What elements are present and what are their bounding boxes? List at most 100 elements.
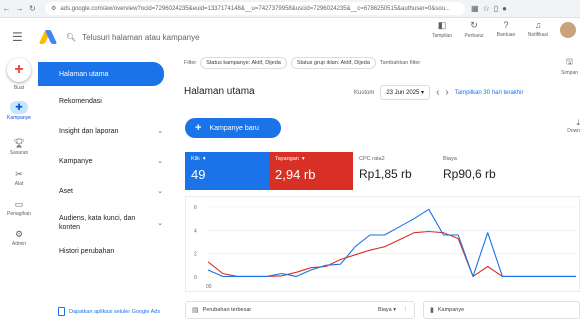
nav-item-audiences[interactable]: Audiens, kata kunci, dan konten ⌄	[51, 209, 175, 237]
chevron-down-icon: ⌄	[157, 158, 163, 165]
left-rail: + Buat ✚ Kampanye 🏆︎ Sasaran ✂ Alat ▭ Pe…	[0, 56, 38, 319]
billing-icon: ▭	[14, 199, 24, 209]
refresh-button[interactable]: ↻ Perbarui	[458, 20, 490, 39]
site-settings-icon[interactable]: ⚙	[51, 5, 56, 12]
metric-label: Biaya	[443, 156, 457, 162]
download-button[interactable]: ⤓ Down	[567, 118, 580, 134]
nav-item-change-history[interactable]: Histori perubahan	[51, 240, 175, 262]
appearance-button[interactable]: ◧ Tampilan	[426, 20, 458, 39]
filter-bar: Filter Status kampanye: Aktif, Dijeda St…	[184, 56, 420, 70]
filter-label: Filter	[184, 60, 197, 66]
rail-item-label: Sasaran	[9, 150, 29, 156]
refresh-icon: ↻	[470, 20, 478, 30]
save-icon: 🖫︎	[566, 57, 573, 66]
date-range-control: Kustom 23 Jun 2025 ▾ ‹ › Tampilkan 30 ha…	[354, 85, 523, 100]
save-label: Simpan	[561, 70, 578, 76]
nav-item-label: Audiens, kata kunci, dan konten	[59, 215, 136, 231]
date-range-picker[interactable]: 23 Jun 2025 ▾	[380, 85, 431, 100]
mobile-app-promo[interactable]: Dapatkan aplikasi seluler Google Ads	[58, 307, 160, 316]
x-tick-label: 00	[206, 284, 212, 290]
search-box[interactable]: 🔍︎ Telusuri halaman atau kampanye	[66, 26, 266, 48]
browser-toolbar: ← → ↻ ⚙ ads.google.com/aw/overview?ocid=…	[0, 0, 580, 18]
refresh-label: Perbarui	[464, 33, 484, 39]
help-icon: ?	[503, 20, 509, 30]
metric-cards: Klik ▾ 49 Tayangan ▾ 2,94 rb CPC rata2 Rp1…	[185, 152, 580, 190]
rail-item-campaigns[interactable]: ✚ Kampanye	[0, 101, 38, 121]
bell-icon: ♫	[534, 20, 542, 30]
menu-icon[interactable]: ☰	[12, 30, 32, 44]
nav-item-assets[interactable]: Aset ⌄	[51, 180, 175, 202]
nav-item-label: Histori perubahan	[59, 247, 115, 255]
rail-item-tools[interactable]: ✂ Alat	[0, 169, 38, 187]
nav-item-insights[interactable]: Insight dan laporan ⌄	[51, 120, 175, 142]
nav-item-label: Kampanye	[59, 157, 93, 165]
avatar[interactable]	[560, 22, 576, 38]
metric-label: Tayangan	[275, 156, 299, 162]
rail-item-label: Kampanye	[7, 115, 31, 121]
card-title: Perubahan terbesar	[202, 307, 252, 313]
back-icon[interactable]: ←	[0, 4, 13, 13]
metric-value: 49	[191, 167, 206, 182]
main-content: Filter Status kampanye: Aktif, Dijeda St…	[178, 56, 580, 319]
app-header: ☰ 🔍︎ Telusuri halaman atau kampanye ◧ Ta…	[0, 18, 580, 56]
help-button[interactable]: ? Bantuan	[490, 20, 522, 39]
sidebar-icon[interactable]: ▯	[494, 4, 498, 13]
address-bar[interactable]: ⚙ ads.google.com/aw/overview?ocid=729602…	[45, 2, 465, 15]
y-tick-label: 4	[194, 228, 197, 234]
notifications-button[interactable]: ♫ Notifikasi	[522, 20, 554, 39]
biggest-changes-card[interactable]: ▤ Perubahan terbesar Biaya ▾ ⋮	[185, 301, 415, 319]
nav-item-label: Aset	[59, 187, 74, 195]
download-icon: ⤓	[576, 118, 580, 127]
metric-value: Rp90,6 rb	[443, 167, 496, 181]
rail-item-admin[interactable]: ⚙ Admin	[0, 229, 38, 247]
previous-period-icon[interactable]: ‹	[436, 87, 439, 98]
metric-avg-cpc[interactable]: CPC rata2 Rp1,85 rb	[353, 152, 437, 190]
sort-dropdown[interactable]: Biaya ▾	[378, 307, 396, 313]
search-input[interactable]: Telusuri halaman atau kampanye	[82, 33, 199, 42]
metric-value: 2,94 rb	[275, 167, 316, 182]
chevron-down-icon: ⌄	[157, 188, 163, 195]
more-icon[interactable]: ⋮	[403, 307, 409, 313]
y-tick-label: 6	[194, 205, 197, 211]
new-campaign-label: Kampanye baru	[209, 124, 259, 132]
create-label: Buat	[13, 85, 25, 91]
show-last-30-days-link[interactable]: Tampilkan 30 hari terakhir	[455, 90, 524, 96]
nav-item-home[interactable]: Halaman utama	[38, 62, 164, 86]
campaigns-card[interactable]: ▮ Kampanye	[423, 301, 580, 319]
phone-icon	[58, 307, 65, 316]
changes-icon: ▤	[192, 307, 199, 314]
create-button[interactable]: +	[7, 58, 31, 82]
save-button[interactable]: 🖫︎ Simpan	[561, 56, 578, 76]
extensions-icon[interactable]: ▦	[471, 4, 479, 13]
google-ads-logo[interactable]	[38, 30, 58, 44]
rail-item-label: Penagihan	[7, 211, 31, 217]
next-period-icon[interactable]: ›	[445, 87, 448, 98]
date-range-label: Kustom	[354, 89, 375, 96]
reload-icon[interactable]: ↻	[26, 4, 39, 13]
card-title: Kampanye	[437, 307, 465, 313]
new-campaign-button[interactable]: + Kampanye baru	[185, 118, 281, 138]
metric-impressions[interactable]: Tayangan ▾ 2,94 rb	[269, 152, 353, 190]
appearance-label: Tampilan	[431, 33, 452, 39]
profile-icon[interactable]: ●	[502, 4, 507, 13]
dropdown-icon: ▾	[301, 156, 305, 162]
filter-chip-campaign-status[interactable]: Status kampanye: Aktif, Dijeda	[200, 57, 287, 69]
y-tick-label: 0	[194, 275, 197, 281]
forward-icon[interactable]: →	[13, 4, 26, 13]
bookmark-icon[interactable]: ☆	[483, 4, 490, 13]
rail-item-goals[interactable]: 🏆︎ Sasaran	[0, 138, 38, 156]
performance-chart: 6 4 2 0 00	[185, 196, 580, 292]
add-filter-button[interactable]: Tambahkan filter	[380, 60, 420, 66]
help-label: Bantuan	[496, 32, 516, 38]
rail-item-billing[interactable]: ▭ Penagihan	[0, 199, 38, 217]
dropdown-icon: ▾	[202, 156, 206, 162]
metric-cost[interactable]: Biaya Rp90,6 rb	[437, 152, 521, 190]
nav-panel: Halaman utama Rekomendasi Insight dan la…	[38, 56, 178, 319]
plus-icon: +	[195, 122, 202, 134]
metric-clicks[interactable]: Klik ▾ 49	[185, 152, 269, 190]
search-icon: 🔍︎	[66, 32, 77, 42]
nav-item-recommendations[interactable]: Rekomendasi	[51, 90, 175, 112]
filter-chip-adgroup-status[interactable]: Status grup iklan: Aktif, Dijeda	[290, 57, 376, 69]
nav-item-campaigns[interactable]: Kampanye ⌄	[51, 150, 175, 172]
promo-label: Dapatkan aplikasi seluler Google Ads	[69, 308, 161, 315]
